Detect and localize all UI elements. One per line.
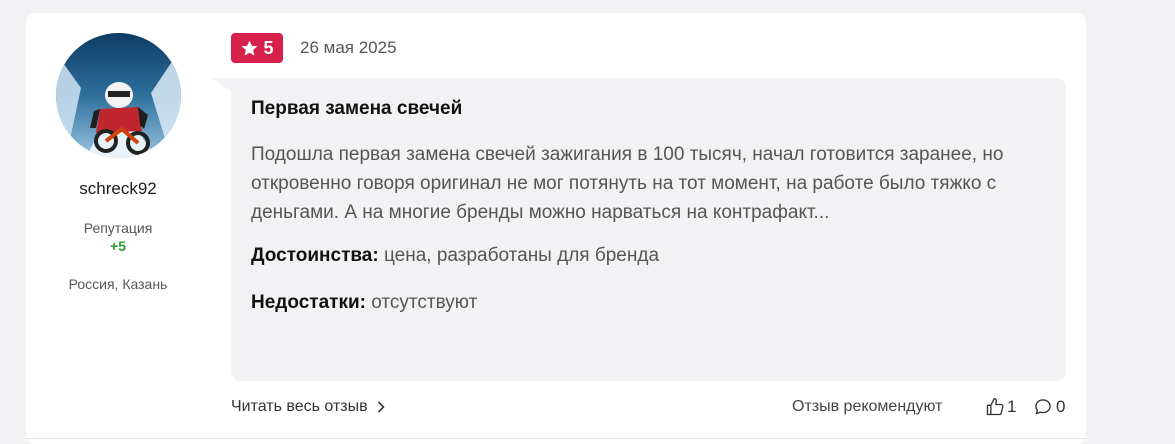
cons-label: Недостатки: [251,292,366,313]
cons-value: отсутствуют [371,292,478,313]
read-full-review-link[interactable]: Читать весь отзыв [231,398,386,416]
pros-value: цена, разработаны для бренда [383,245,660,266]
reputation-value: +5 [110,238,126,254]
review-title[interactable]: Первая замена свечей [251,98,1046,120]
rating-badge: 5 [231,33,283,63]
likes-count: 1 [1007,397,1017,416]
avatar[interactable] [56,33,181,158]
thumbs-up-icon [986,398,1004,416]
user-location: Россия, Казань [68,276,168,292]
reputation-label: Репутация [83,220,153,236]
pros-label: Достоинства: [251,245,379,266]
review-cons: Недостатки: отсутствуют [251,292,1046,314]
review-date: 26 мая 2025 [300,38,397,57]
bubble-tail [212,78,232,92]
comments-count: 0 [1056,397,1066,416]
like-button[interactable]: 1 [985,397,1016,417]
divider [26,438,1086,439]
comments-button[interactable]: 0 [1033,397,1065,417]
comment-icon [1035,399,1051,415]
rating-value: 5 [263,37,274,58]
review-bubble: Первая замена свечей Подошла первая заме… [231,78,1066,381]
read-more-label: Читать весь отзыв [231,398,368,415]
review-text: Подошла первая замена свечей зажигания в… [251,144,1004,223]
recommend-label: Отзыв рекомендуют [792,398,943,415]
username[interactable]: schreck92 [26,179,210,199]
star-icon [242,40,258,56]
review-pros: Достоинства: цена, разработаны для бренд… [251,245,1046,267]
chevron-right-icon [377,401,384,413]
motorcyclist-avatar-icon [56,33,181,158]
